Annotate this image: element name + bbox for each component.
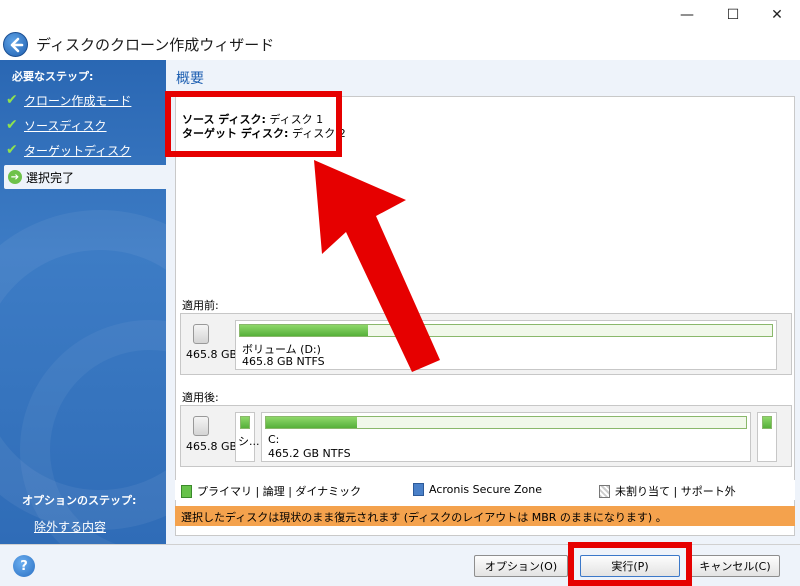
callout-arrow-icon: [314, 160, 440, 372]
callout-arrow-shape: [314, 160, 440, 372]
